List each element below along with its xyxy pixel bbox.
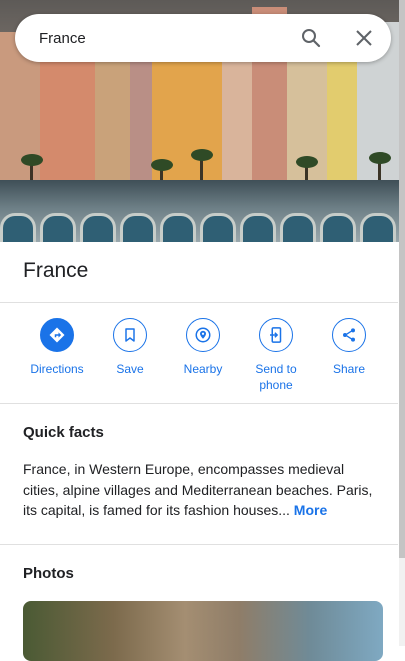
hero-building bbox=[95, 42, 130, 182]
scrollbar[interactable] bbox=[399, 0, 405, 646]
photos-heading: Photos bbox=[23, 565, 74, 582]
more-link[interactable]: More bbox=[294, 502, 327, 518]
send-to-phone-label: Send to phone bbox=[255, 362, 297, 392]
hero-arch bbox=[40, 213, 76, 242]
nearby-icon bbox=[195, 327, 211, 343]
hero-arch bbox=[240, 213, 276, 242]
divider bbox=[0, 403, 398, 404]
search-icon[interactable] bbox=[299, 26, 323, 50]
quick-facts-text: France, in Western Europe, encompasses m… bbox=[23, 459, 383, 521]
send-to-phone-button[interactable]: Send to phone bbox=[240, 318, 312, 393]
share-icon bbox=[343, 328, 355, 342]
search-box bbox=[15, 14, 391, 62]
hero-arch bbox=[320, 213, 356, 242]
save-button[interactable]: Save bbox=[94, 318, 166, 377]
hero-arch bbox=[280, 213, 316, 242]
nearby-label: Nearby bbox=[183, 362, 223, 376]
nearby-button[interactable]: Nearby bbox=[167, 318, 239, 377]
directions-icon bbox=[49, 327, 65, 343]
hero-arch bbox=[160, 213, 196, 242]
hero-promenade bbox=[0, 180, 400, 242]
hero-arch bbox=[360, 213, 396, 242]
quick-facts-heading: Quick facts bbox=[23, 424, 104, 441]
search-input[interactable] bbox=[39, 28, 289, 48]
share-label: Share bbox=[332, 362, 366, 376]
hero-arch bbox=[80, 213, 116, 242]
directions-label: Directions bbox=[30, 362, 84, 376]
action-bar: Directions Save Nearby Send to phone Sha… bbox=[0, 318, 398, 398]
divider bbox=[0, 302, 398, 303]
hero-arch bbox=[120, 213, 156, 242]
share-button[interactable]: Share bbox=[313, 318, 385, 377]
hero-arch bbox=[0, 213, 36, 242]
divider bbox=[0, 544, 398, 545]
scrollbar-thumb[interactable] bbox=[399, 0, 405, 558]
photo-thumbnail[interactable] bbox=[23, 601, 383, 661]
bookmark-icon bbox=[125, 328, 135, 342]
hero-arch bbox=[200, 213, 236, 242]
save-label: Save bbox=[116, 362, 144, 376]
place-title: France bbox=[23, 259, 89, 282]
close-icon[interactable] bbox=[352, 26, 376, 50]
send-to-phone-icon bbox=[270, 327, 282, 343]
directions-button[interactable]: Directions bbox=[21, 318, 93, 377]
